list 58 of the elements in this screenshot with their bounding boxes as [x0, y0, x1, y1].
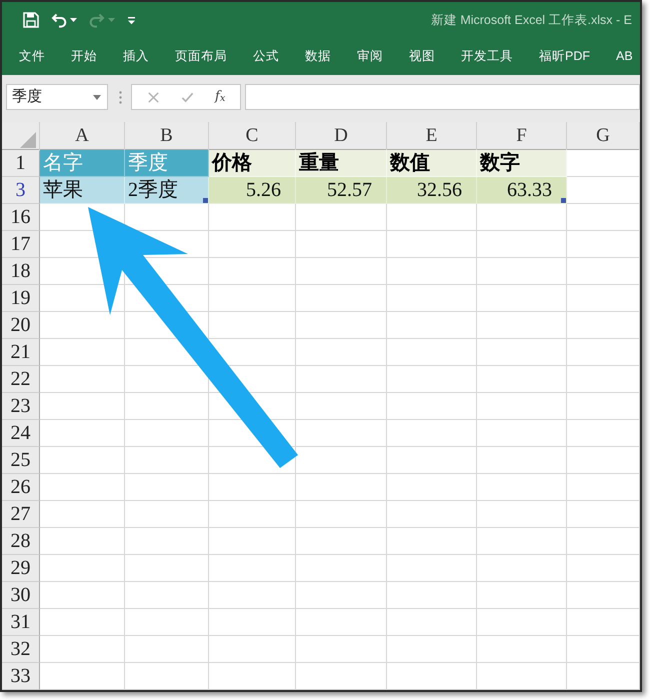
- ribbon-tab[interactable]: 数据: [292, 45, 344, 68]
- table-cell: 数字: [477, 150, 567, 177]
- table-cell: 52.57: [296, 177, 387, 204]
- close-icon: [146, 90, 160, 104]
- row-header[interactable]: 3: [2, 177, 40, 204]
- ribbon-tab[interactable]: 开始: [58, 45, 110, 68]
- table-cell: 5.26: [209, 177, 296, 204]
- table-cell: 数值: [387, 150, 477, 177]
- table-cell: 32.56: [387, 177, 477, 204]
- row-header[interactable]: 31: [2, 609, 40, 636]
- row-header[interactable]: 29: [2, 555, 40, 582]
- table-cell: 苹果: [40, 177, 125, 204]
- row-header[interactable]: 16: [2, 204, 40, 231]
- table-cell: 63.33: [477, 177, 567, 204]
- ribbon-tab[interactable]: 审阅: [344, 45, 396, 68]
- formula-input[interactable]: [245, 84, 640, 110]
- column-header[interactable]: G: [567, 122, 640, 150]
- row-header[interactable]: 20: [2, 312, 40, 339]
- table-cell: 2季度: [125, 177, 209, 204]
- row-header[interactable]: 24: [2, 420, 40, 447]
- resize-handle-icon[interactable]: [203, 198, 208, 203]
- row-header[interactable]: 25: [2, 447, 40, 474]
- bar-caret-icon: [127, 16, 136, 24]
- ribbon-tab[interactable]: 插入: [110, 45, 162, 68]
- caret-icon: [93, 94, 101, 100]
- ribbon-tab[interactable]: 福昕PDF: [526, 45, 603, 68]
- ribbon-tab[interactable]: 公式: [240, 45, 292, 68]
- resize-handle-icon[interactable]: [561, 198, 566, 203]
- ribbon-tab[interactable]: 页面布局: [162, 45, 240, 68]
- row-header[interactable]: 21: [2, 339, 40, 366]
- row-header[interactable]: 32: [2, 636, 40, 663]
- check-icon: [180, 90, 194, 104]
- row-header[interactable]: 1: [2, 150, 40, 177]
- row-header[interactable]: 30: [2, 582, 40, 609]
- redo-icon: [89, 12, 105, 28]
- row-header[interactable]: 17: [2, 231, 40, 258]
- row-header[interactable]: 18: [2, 258, 40, 285]
- table-cell: 价格: [209, 150, 296, 177]
- triangle-icon[interactable]: [20, 132, 36, 148]
- undo-icon: [51, 12, 67, 28]
- grip-icon: [119, 91, 122, 104]
- row-header[interactable]: 26: [2, 474, 40, 501]
- ribbon-tab[interactable]: 文件: [6, 45, 58, 68]
- row-header[interactable]: 22: [2, 366, 40, 393]
- ribbon-tab[interactable]: AB: [603, 45, 640, 68]
- name-box[interactable]: 季度: [6, 84, 108, 110]
- table-cell: 季度: [125, 150, 209, 177]
- table-cell: 重量: [296, 150, 387, 177]
- table-cell: 名字: [40, 150, 125, 177]
- row-header[interactable]: 33: [2, 663, 40, 690]
- ribbon-tab[interactable]: 开发工具: [448, 45, 526, 68]
- ribbon-tab[interactable]: 视图: [396, 45, 448, 68]
- insert-function-button[interactable]: f$_{x}$: [212, 86, 228, 108]
- row-header[interactable]: 19: [2, 285, 40, 312]
- row-header[interactable]: 23: [2, 393, 40, 420]
- window-title: 新建 Microsoft Excel 工作表.xlsx - E: [430, 12, 633, 29]
- row-header[interactable]: 28: [2, 528, 40, 555]
- row-header[interactable]: 27: [2, 501, 40, 528]
